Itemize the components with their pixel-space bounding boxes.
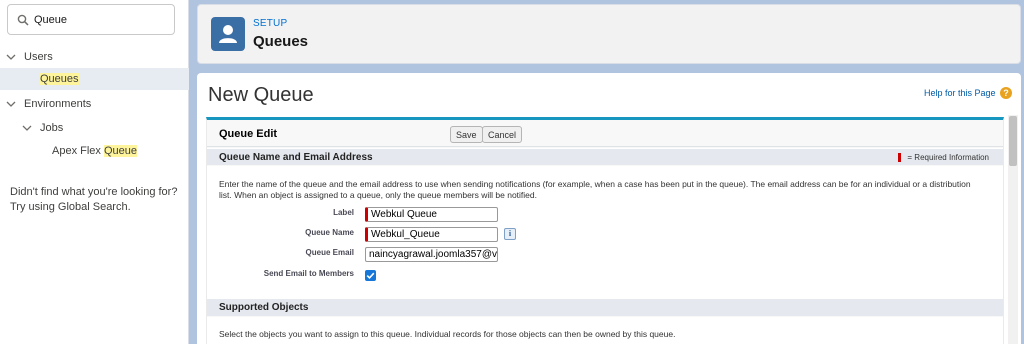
cancel-button[interactable]: Cancel xyxy=(482,126,523,143)
label-input[interactable] xyxy=(365,207,498,222)
setup-sidebar: Users Queues Environments Jobs Apex Flex… xyxy=(0,0,189,344)
header-eyebrow: SETUP xyxy=(253,18,288,29)
help-icon[interactable]: ? xyxy=(999,87,1012,99)
help-link-text[interactable]: Help for this Page xyxy=(924,88,996,98)
chevron-down-icon[interactable] xyxy=(6,52,16,62)
user-icon xyxy=(219,25,237,43)
section-description: Select the objects you want to assign to… xyxy=(219,329,676,339)
description-line: Enter the name of the queue and the emai… xyxy=(219,179,971,189)
tree-item-label: Jobs xyxy=(40,122,64,134)
chevron-down-icon[interactable] xyxy=(6,99,16,109)
description-line: list. When an object is assigned to a qu… xyxy=(219,190,537,200)
tree-item-label: Environments xyxy=(24,98,92,110)
section-header-supported-objects: Supported Objects xyxy=(207,298,1003,316)
queue-name-field-label: Queue Name xyxy=(305,228,354,237)
tree-item-label: Users xyxy=(24,51,53,63)
svg-text:?: ? xyxy=(1003,88,1009,98)
scrollbar-thumb[interactable] xyxy=(1009,116,1017,166)
page-title: New Queue xyxy=(208,84,314,106)
tree-item-environments[interactable]: Environments xyxy=(0,93,189,115)
save-button[interactable]: Save xyxy=(450,126,483,143)
header-title: Queues xyxy=(253,33,309,50)
tree-item-apex-flex-queue[interactable]: Apex Flex Queue xyxy=(0,140,189,162)
tree-item-jobs[interactable]: Jobs xyxy=(0,117,189,139)
section-body-name-email: Enter the name of the queue and the emai… xyxy=(207,166,1003,298)
send-email-checkbox[interactable] xyxy=(365,270,376,281)
queue-edit-block: Queue Edit Save Cancel Queue Name and Em… xyxy=(206,117,1004,344)
queue-email-input[interactable] xyxy=(365,247,498,262)
tree-item-label: Queues xyxy=(40,73,79,85)
tip-line: Didn't find what you're looking for? xyxy=(10,186,178,198)
info-icon[interactable]: i xyxy=(504,228,516,240)
required-marker xyxy=(898,153,902,162)
page-header: SETUP Queues xyxy=(197,4,1021,64)
section-header-name-email: Queue Name and Email Address = Required … xyxy=(207,148,1003,165)
section-title: Supported Objects xyxy=(219,302,309,313)
quick-find-input[interactable] xyxy=(34,11,169,29)
required-info: = Required Information xyxy=(898,153,989,162)
help-link[interactable]: Help for this Page ? xyxy=(924,87,1012,99)
block-header: Queue Edit Save Cancel xyxy=(207,120,1003,147)
queues-tile xyxy=(211,17,245,51)
checkmark-icon xyxy=(366,272,375,280)
quick-find-box[interactable] xyxy=(7,4,175,35)
block-title: Queue Edit xyxy=(219,128,278,140)
main-content: New Queue Help for this Page ? Queue Edi… xyxy=(197,73,1021,344)
tip-line: Try using Global Search. xyxy=(10,201,131,213)
chevron-down-icon[interactable] xyxy=(22,123,32,133)
section-description: Enter the name of the queue and the emai… xyxy=(219,179,971,201)
queue-email-field-label: Queue Email xyxy=(305,248,354,257)
search-icon xyxy=(17,14,29,26)
global-search-tip: Didn't find what you're looking for? Try… xyxy=(10,185,182,215)
queue-name-input[interactable] xyxy=(365,227,498,242)
section-title: Queue Name and Email Address xyxy=(219,152,373,163)
required-info-text: = Required Information xyxy=(907,153,989,162)
tree-item-queues[interactable]: Queues xyxy=(0,68,189,90)
send-email-field-label: Send Email to Members xyxy=(263,269,354,278)
tree-item-users[interactable]: Users xyxy=(0,46,189,68)
label-field-label: Label xyxy=(333,208,354,217)
tree-item-label: Apex Flex Queue xyxy=(52,145,137,157)
page-scrollbar[interactable] xyxy=(1008,115,1018,344)
section-body-supported-objects: Select the objects you want to assign to… xyxy=(207,317,1003,344)
